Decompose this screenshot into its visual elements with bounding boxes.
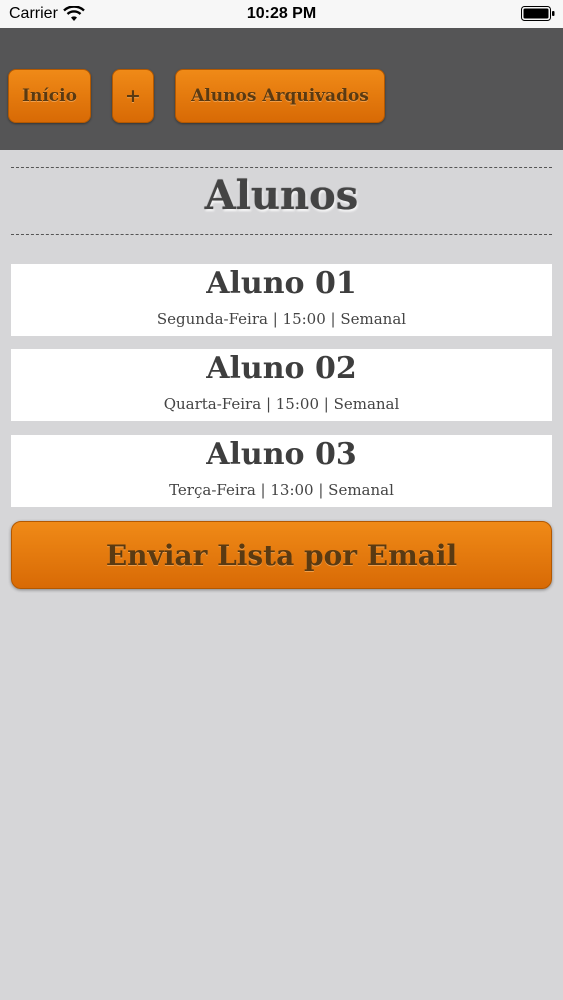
student-list-item[interactable]: Aluno 03 Terça-Feira | 13:00 | Semanal bbox=[11, 435, 552, 507]
title-divider-bottom bbox=[11, 234, 552, 235]
student-name: Aluno 02 bbox=[206, 351, 357, 386]
student-schedule: Terça-Feira | 13:00 | Semanal bbox=[169, 481, 394, 499]
add-student-button[interactable]: + bbox=[112, 69, 154, 123]
battery-icon bbox=[521, 6, 555, 21]
title-divider-top bbox=[11, 167, 552, 168]
student-list-item[interactable]: Aluno 02 Quarta-Feira | 15:00 | Semanal bbox=[11, 349, 552, 421]
student-schedule: Quarta-Feira | 15:00 | Semanal bbox=[163, 395, 400, 413]
top-nav: Início + Alunos Arquivados bbox=[0, 28, 563, 150]
page-title: Alunos bbox=[204, 172, 359, 219]
send-list-email-button[interactable]: Enviar Lista por Email bbox=[11, 521, 552, 589]
student-name: Aluno 03 bbox=[206, 437, 357, 472]
home-button[interactable]: Início bbox=[8, 69, 91, 123]
student-list-item[interactable]: Aluno 01 Segunda-Feira | 15:00 | Semanal bbox=[11, 264, 552, 336]
status-time: 10:28 PM bbox=[246, 5, 317, 22]
student-name: Aluno 01 bbox=[206, 266, 357, 301]
status-bar: Carrier 10:28 PM bbox=[0, 0, 563, 28]
archived-students-button[interactable]: Alunos Arquivados bbox=[175, 69, 385, 123]
student-schedule: Segunda-Feira | 15:00 | Semanal bbox=[156, 310, 407, 328]
